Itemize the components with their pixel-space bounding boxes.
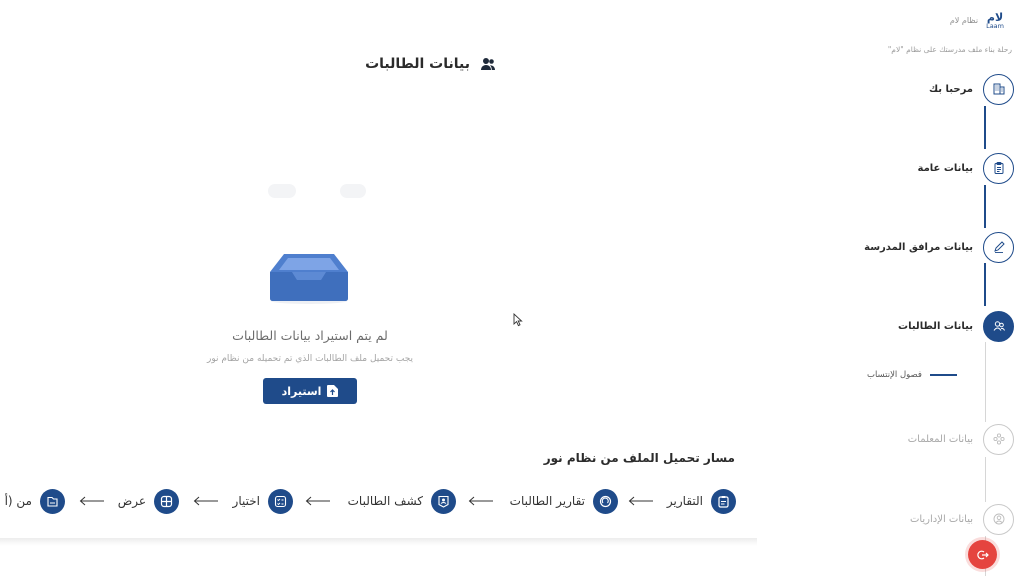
sidebar-tagline: رحلة بناء ملف مدرستك على نظام "لام" <box>887 45 1012 54</box>
main-content: بيانات الطالبات لم يتم استيراد بيانات ال… <box>0 0 760 545</box>
page-title: بيانات الطالبات <box>365 56 496 72</box>
path-step-label: تقارير الطالبات <box>509 494 585 508</box>
users-icon <box>481 58 495 70</box>
empty-state-subtitle: يجب تحميل ملف الطالبات الذي تم تحميله من… <box>206 354 414 364</box>
brand: لام Laam نظام لام <box>950 12 1004 30</box>
id-badge-icon <box>438 495 449 508</box>
logout-icon <box>976 550 989 559</box>
upload-path-title: مسار تحميل الملف من نظام نور <box>543 451 735 465</box>
grid-icon <box>160 495 173 507</box>
empty-state: لم يتم استيراد بيانات الطالبات يجب تحميل… <box>200 180 420 430</box>
sidebar-item-general[interactable]: بيانات عامة <box>849 152 1014 184</box>
step-connector <box>985 457 986 502</box>
checklist-icon <box>274 495 287 507</box>
path-step-label: كشف الطالبات <box>347 494 423 508</box>
path-step-circle <box>431 488 456 514</box>
sidebar-subitem-affiliation-classes[interactable]: فصول الإنتساب <box>867 370 957 380</box>
file-upload-icon <box>327 385 339 397</box>
sidebar-item-admins[interactable]: بيانات الإداريات <box>849 503 1014 535</box>
nav-circle <box>983 503 1014 535</box>
step-connector <box>984 106 986 149</box>
building-icon <box>993 83 1004 95</box>
import-button[interactable]: استيراد <box>263 378 357 404</box>
badge-icon <box>599 495 612 507</box>
arrow-left-icon <box>628 496 653 506</box>
group-icon <box>992 433 1005 445</box>
path-step-student-reports: تقارير الطالبات <box>510 488 618 514</box>
decor-cloud <box>340 184 366 198</box>
path-step-circle <box>593 488 618 514</box>
mouse-cursor-icon <box>513 313 523 327</box>
nav-circle <box>983 423 1014 455</box>
page-title-text: بيانات الطالبات <box>365 56 470 72</box>
nav-circle <box>983 310 1014 342</box>
content-card-shadow <box>0 538 757 546</box>
file-icon <box>47 496 58 507</box>
path-step-reports: التقارير <box>667 488 736 514</box>
logo: لام Laam <box>986 12 1004 30</box>
path-step-label: من (أ <box>4 494 32 508</box>
path-step-circle <box>268 488 293 514</box>
logo-latin: Laam <box>986 22 1004 30</box>
step-connector <box>984 185 986 228</box>
step-connector <box>985 342 986 422</box>
path-step-label: التقارير <box>666 494 703 508</box>
sidebar-item-students[interactable]: بيانات الطالبات <box>849 310 1014 342</box>
sidebar-item-label: بيانات مرافق المدرسة <box>864 241 973 253</box>
subitem-indicator <box>930 374 957 376</box>
nav-circle <box>983 152 1014 184</box>
upload-path-steps: التقارير تقارير الطالبات كشف الطالبات اخ… <box>0 488 736 514</box>
sidebar: لام Laam نظام لام رحلة بناء ملف مدرستك ع… <box>844 0 1024 576</box>
sidebar-item-facilities[interactable]: بيانات مرافق المدرسة <box>849 231 1014 263</box>
step-connector <box>984 263 986 306</box>
nav-circle <box>983 73 1014 105</box>
subitem-label: فصول الإنتساب <box>866 370 922 380</box>
sidebar-item-label: بيانات عامة <box>917 162 973 174</box>
path-step-circle <box>154 488 179 514</box>
path-step-label: اختيار <box>232 494 260 508</box>
sidebar-item-welcome[interactable]: مرحبا بك <box>849 73 1014 105</box>
sidebar-item-label: مرحبا بك <box>928 83 973 95</box>
sidebar-item-teachers[interactable]: بيانات المعلمات <box>849 423 1014 455</box>
logout-button[interactable] <box>968 540 997 569</box>
path-step-student-list: كشف الطالبات <box>348 488 456 514</box>
nav-circle <box>983 231 1014 263</box>
path-step-view: عرض <box>118 488 179 514</box>
sidebar-item-label: بيانات المعلمات <box>907 433 973 445</box>
path-step-select: اختيار <box>233 488 293 514</box>
arrow-left-icon <box>468 496 493 506</box>
empty-state-title: لم يتم استيراد بيانات الطالبات <box>232 328 388 343</box>
arrow-left-icon <box>305 496 330 506</box>
clipboard-icon <box>994 162 1003 174</box>
decor-cloud <box>268 184 296 198</box>
brand-subtitle: نظام لام <box>949 16 979 26</box>
user-icon <box>993 513 1004 525</box>
pencil-icon <box>993 241 1005 253</box>
import-button-label: استيراد <box>281 384 322 398</box>
path-step-circle <box>40 488 65 514</box>
path-step-from: من (أ <box>5 488 65 514</box>
clipboard-icon <box>718 495 729 508</box>
path-step-circle <box>711 488 736 514</box>
arrow-left-icon <box>193 496 218 506</box>
inbox-tray-icon <box>270 254 348 304</box>
users-icon <box>993 321 1005 331</box>
arrow-left-icon <box>79 496 104 506</box>
sidebar-item-label: بيانات الإداريات <box>909 513 973 525</box>
sidebar-item-label: بيانات الطالبات <box>898 320 973 332</box>
path-step-label: عرض <box>117 494 146 508</box>
